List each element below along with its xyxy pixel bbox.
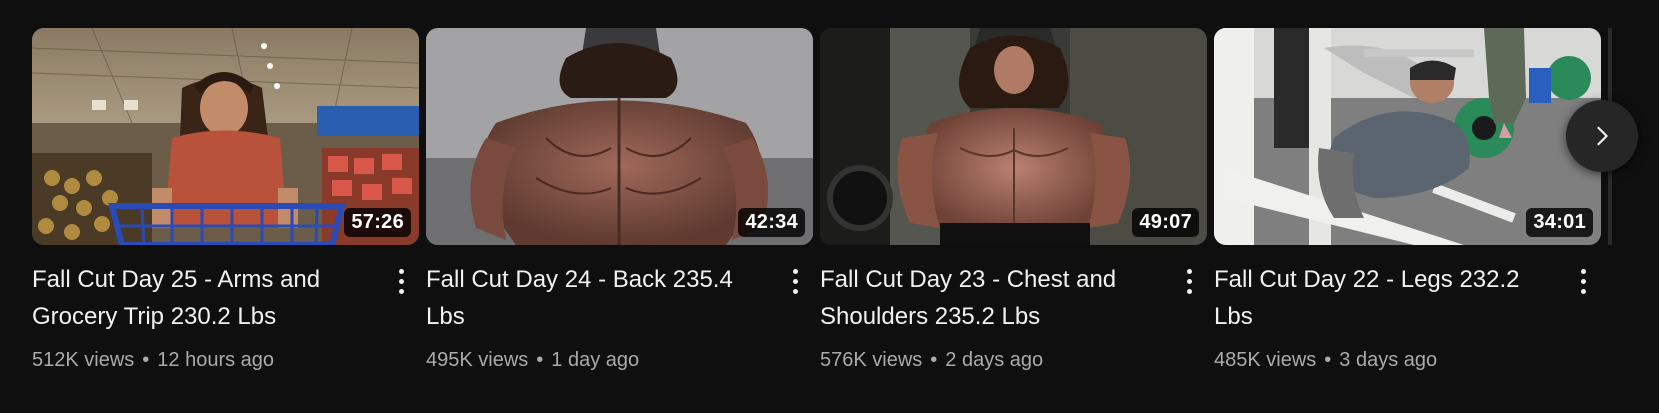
separator: •	[1324, 349, 1332, 371]
separator: •	[536, 349, 544, 371]
more-vert-icon[interactable]	[1177, 265, 1201, 297]
video-details: Fall Cut Day 23 - Chest and Shoulders 23…	[820, 261, 1207, 372]
separator: •	[930, 349, 938, 371]
upload-age: 1 day ago	[551, 349, 640, 371]
video-thumbnail[interactable]: 49:07	[820, 28, 1207, 245]
video-duration: 42:34	[738, 208, 805, 237]
more-vert-icon[interactable]	[1571, 265, 1595, 297]
video-duration: 57:26	[344, 208, 411, 237]
video-thumbnail[interactable]: 57:26	[32, 28, 419, 245]
video-thumbnail[interactable]: 42:34	[426, 28, 813, 245]
video-stats: 485K views • 3 days ago	[1214, 349, 1557, 372]
view-count: 485K views	[1214, 349, 1317, 371]
shelf-next-button[interactable]	[1566, 100, 1638, 172]
video-card[interactable]: 42:34 Fall Cut Day 24 - Back 235.4 Lbs 4…	[426, 28, 813, 372]
video-details: Fall Cut Day 24 - Back 235.4 Lbs 495K vi…	[426, 261, 813, 372]
video-stats: 495K views • 1 day ago	[426, 349, 769, 372]
upload-age: 12 hours ago	[157, 349, 275, 371]
video-stats: 512K views • 12 hours ago	[32, 349, 375, 372]
video-thumbnail[interactable]: 34:01	[1214, 28, 1601, 245]
video-details: Fall Cut Day 22 - Legs 232.2 Lbs 485K vi…	[1214, 261, 1601, 372]
video-title[interactable]: Fall Cut Day 24 - Back 235.4 Lbs	[426, 261, 769, 335]
view-count: 495K views	[426, 349, 529, 371]
video-card[interactable]: 57:26 Fall Cut Day 25 - Arms and Grocery…	[32, 28, 419, 372]
more-vert-icon[interactable]	[389, 265, 413, 297]
more-vert-icon[interactable]	[783, 265, 807, 297]
video-title[interactable]: Fall Cut Day 25 - Arms and Grocery Trip …	[32, 261, 375, 335]
chevron-right-icon	[1597, 126, 1608, 146]
separator: •	[142, 349, 150, 371]
video-shelf: 57:26 Fall Cut Day 25 - Arms and Grocery…	[0, 0, 1659, 413]
video-title[interactable]: Fall Cut Day 23 - Chest and Shoulders 23…	[820, 261, 1163, 335]
view-count: 512K views	[32, 349, 135, 371]
video-details: Fall Cut Day 25 - Arms and Grocery Trip …	[32, 261, 419, 372]
video-duration: 34:01	[1526, 208, 1593, 237]
upload-age: 3 days ago	[1339, 349, 1438, 371]
video-title[interactable]: Fall Cut Day 22 - Legs 232.2 Lbs	[1214, 261, 1557, 335]
view-count: 576K views	[820, 349, 923, 371]
upload-age: 2 days ago	[945, 349, 1044, 371]
video-card[interactable]: 34:01 Fall Cut Day 22 - Legs 232.2 Lbs 4…	[1214, 28, 1601, 372]
video-duration: 49:07	[1132, 208, 1199, 237]
video-card[interactable]: 49:07 Fall Cut Day 23 - Chest and Should…	[820, 28, 1207, 372]
video-stats: 576K views • 2 days ago	[820, 349, 1163, 372]
